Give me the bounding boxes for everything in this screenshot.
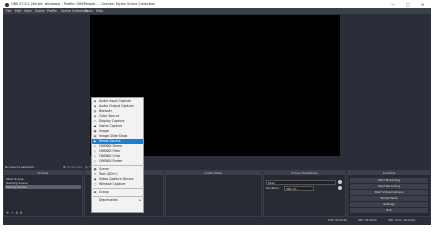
menu-separator [93, 165, 144, 166]
live-time: LIVE: 00:00:00 [328, 219, 347, 222]
scene-item-selected[interactable]: Talking Scene [5, 185, 81, 189]
window-title: OBS 27.0.1 (64-bit, windows) - Profile: … [11, 2, 156, 6]
scenes-dock: Scenes Start Scene Gaming Scene Talking … [3, 170, 83, 217]
preview-area [3, 14, 431, 164]
camera-icon: ◉ [93, 177, 97, 181]
window-icon: ▢ [93, 182, 97, 186]
text-icon: T [94, 172, 96, 176]
minimize-button[interactable]: — [391, 1, 395, 8]
start-recording-button[interactable]: Start Recording [350, 184, 428, 189]
obs-window: OBS 27.0.1 (64-bit, windows) - Profile: … [3, 1, 431, 225]
play-icon: ▶ [93, 139, 97, 143]
menu-item-window-capture[interactable]: ▢ Window Capture [92, 182, 143, 187]
settings-button[interactable]: Settings [350, 202, 428, 207]
menu-separator [93, 188, 144, 189]
menu-item-label: Deprecated [99, 198, 118, 202]
studio-mode-button[interactable]: Studio Mode [350, 196, 428, 201]
add-source-menu: ◖ Audio Input Capture ◗ Audio Output Captur… [91, 97, 144, 213]
image-icon: ▣ [93, 129, 97, 133]
menu-item-label: Window Capture [99, 182, 126, 186]
controls-title: Controls [348, 171, 430, 175]
cpu-fps: CPU: 0.2%, 30.00 fps [388, 219, 416, 222]
menu-item-group[interactable]: ▬ Group [92, 190, 143, 195]
submenu-arrow-icon: ▸ [139, 198, 141, 202]
controls-dock: Controls Start Streaming Start Recording… [347, 170, 431, 217]
globe-icon: ◍ [93, 109, 97, 113]
gamepad-icon: ◆ [93, 124, 97, 128]
add-transition-icon[interactable] [338, 180, 342, 184]
scenes-title: Scenes [4, 171, 82, 175]
scenes-footer-buttons[interactable]: + − ∧ ∨ [6, 211, 22, 215]
menu-item-label: OBSNDI Finder [99, 159, 123, 163]
menu-item-obsndi-finder[interactable]: ◇ OBSNDI Finder [92, 159, 143, 164]
ndi-icon: ◇ [93, 159, 97, 163]
scene-icon: ▦ [93, 167, 97, 171]
duration-label: Duration [266, 186, 280, 190]
close-button[interactable]: ✕ [421, 1, 424, 8]
transition-settings-icon[interactable] [338, 186, 342, 190]
audio-mixer-dock: Audio Mixer [165, 170, 262, 217]
start-streaming-button[interactable]: Start Streaming [350, 178, 428, 183]
slideshow-icon: ▤ [93, 134, 97, 138]
transitions-title: Scene Transitions [264, 171, 345, 175]
microphone-icon: ◖ [94, 99, 96, 103]
monitor-icon: ▭ [93, 119, 97, 123]
speaker-icon: ◗ [94, 104, 96, 108]
menu-item-deprecated[interactable]: Deprecated ▸ [92, 198, 143, 203]
transitions-dock: Scene Transitions Fade Duration 300 ms [263, 170, 346, 217]
ndi-icon: ◇ [93, 144, 97, 148]
obs-logo-icon [5, 2, 9, 7]
transition-type-select[interactable]: Fade [266, 180, 336, 185]
menu-separator [93, 196, 144, 197]
duration-input[interactable]: 300 ms [284, 186, 314, 191]
title-bar: OBS 27.0.1 (64-bit, windows) - Profile: … [3, 1, 431, 8]
ndi-icon: ◇ [93, 149, 97, 153]
exit-button[interactable]: Exit [350, 208, 428, 213]
maximize-button[interactable]: □ [406, 1, 410, 8]
menu-item-label: Group [99, 190, 109, 194]
palette-icon: ◈ [93, 114, 97, 118]
audio-mixer-title: Audio Mixer [166, 171, 261, 175]
folder-icon: ▬ [93, 190, 97, 194]
status-bar: LIVE: 00:00:00 REC: 00:00:00 CPU: 0.2%, … [3, 217, 431, 225]
rec-time: REC: 00:00:00 [358, 219, 377, 222]
ndi-icon: ◇ [93, 154, 97, 158]
start-virtual-camera-button[interactable]: Start Virtual Camera [350, 190, 428, 195]
